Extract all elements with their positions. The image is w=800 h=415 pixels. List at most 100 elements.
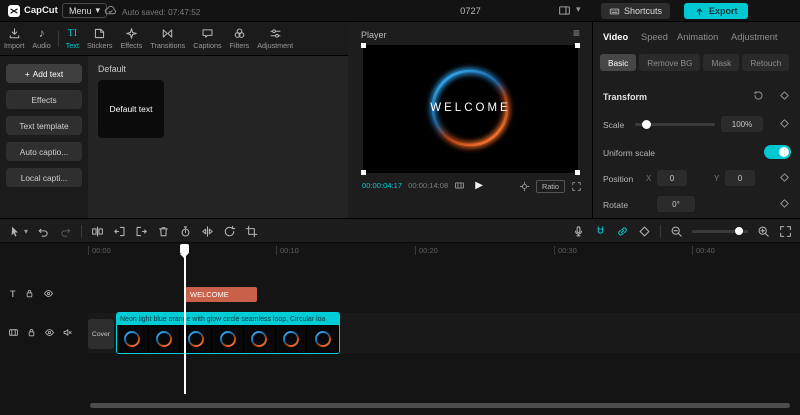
transform-keyframe-icon[interactable] [779, 90, 790, 101]
split-icon[interactable] [91, 225, 104, 238]
auto-snap-magnet-icon[interactable] [594, 225, 607, 238]
lock-icon[interactable] [24, 288, 35, 299]
sidebar-item-text-template[interactable]: Text template [6, 116, 82, 135]
transform-reset-icon[interactable] [753, 90, 764, 101]
subtab-basic[interactable]: Basic [600, 54, 637, 71]
sidebar-item-auto-captions[interactable]: Auto captio... [6, 142, 82, 161]
mirror-icon[interactable] [201, 225, 214, 238]
sidebar-item-add-text[interactable]: + Add text [6, 64, 82, 83]
uniform-scale-toggle[interactable] [764, 145, 791, 159]
capcut-app-window: CapCut Menu ▾ Auto saved: 07:47:52 0727 ▾… [0, 0, 800, 415]
tab-adjustment[interactable]: Adjustment [253, 22, 297, 55]
select-tool-icon[interactable] [8, 225, 21, 238]
tab-animation[interactable]: Animation [677, 32, 718, 42]
ruler-mark: 00:30 [554, 246, 577, 255]
layout-caret-icon[interactable]: ▾ [576, 4, 581, 15]
tab-video[interactable]: Video [603, 32, 628, 42]
tab-stickers[interactable]: Stickers [83, 22, 117, 55]
rotate-field[interactable]: 0° [657, 196, 695, 212]
preview-viewport[interactable]: WELCOME [361, 43, 580, 175]
uniform-scale-toggle-knob [779, 147, 789, 157]
cloud-saved-icon[interactable] [104, 4, 117, 17]
autosave-status: Auto saved: 07:47:52 [122, 7, 201, 17]
subtab-remove-bg[interactable]: Remove BG [639, 54, 701, 71]
playhead-line[interactable] [184, 244, 186, 394]
record-voiceover-icon[interactable] [572, 225, 585, 238]
position-x-value: 0 [669, 173, 675, 183]
undo-icon[interactable] [37, 225, 50, 238]
position-keyframe-icon[interactable] [779, 172, 790, 183]
video-clip[interactable]: Neon light blue orange with glow circle … [116, 312, 340, 354]
fit-timeline-icon[interactable] [779, 225, 792, 238]
playhead-handle[interactable] [180, 244, 189, 254]
timeline-scrollbar[interactable] [90, 403, 790, 408]
frames-view-icon[interactable] [454, 180, 465, 191]
mute-icon[interactable] [62, 327, 73, 338]
toolbar-divider-right [660, 224, 661, 238]
scale-value-field[interactable]: 100% [721, 116, 763, 132]
tab-speed[interactable]: Speed [641, 32, 668, 42]
default-text-tile[interactable]: Default text [98, 80, 164, 138]
rotate-keyframe-icon[interactable] [779, 198, 790, 209]
crop-icon[interactable] [245, 225, 258, 238]
timeline-zoom-slider[interactable] [692, 223, 748, 239]
player-menu-icon[interactable]: ≡ [573, 26, 580, 40]
video-clip-title-bar: Neon light blue orange with glow circle … [117, 313, 339, 325]
scale-keyframe-icon[interactable] [779, 118, 790, 129]
eye-icon[interactable] [43, 288, 54, 299]
zoom-out-icon[interactable] [670, 225, 683, 238]
inspector-subtabs: Basic Remove BG Mask Retouch [600, 54, 790, 71]
video-clip-thumbnails [117, 325, 339, 353]
ratio-button[interactable]: Ratio [535, 180, 565, 193]
tab-text[interactable]: TI Text [62, 22, 83, 55]
tab-effects[interactable]: Effects [117, 22, 147, 55]
sidebar-item-local-captions[interactable]: Local capti... [6, 168, 82, 187]
focus-icon[interactable] [519, 181, 530, 192]
delete-left-icon[interactable] [113, 225, 126, 238]
selection-handle-top-left[interactable] [361, 43, 366, 48]
shortcuts-button[interactable]: Shortcuts [601, 3, 671, 19]
audio-icon: ♪ [38, 26, 45, 40]
sidebar-item-effects[interactable]: Effects [6, 90, 82, 109]
text-clip[interactable]: WELCOME [185, 287, 257, 302]
delete-right-icon[interactable] [135, 225, 148, 238]
tab-adjustment-inspector[interactable]: Adjustment [731, 32, 778, 42]
layout-icon[interactable] [558, 4, 571, 17]
subtab-retouch[interactable]: Retouch [742, 54, 790, 71]
keyframe-add-icon[interactable] [638, 225, 651, 238]
uniform-scale-label: Uniform scale [603, 148, 655, 158]
timeline-toolbar: ▾ [0, 219, 800, 243]
selection-handle-bottom-right[interactable] [575, 170, 580, 175]
subtab-mask[interactable]: Mask [703, 54, 740, 71]
selection-handle-top-right[interactable] [575, 43, 580, 48]
film-track-icon [8, 327, 19, 338]
tab-audio[interactable]: ♪ Audio [28, 22, 54, 55]
link-clips-icon[interactable] [616, 225, 629, 238]
scale-slider-knob[interactable] [642, 119, 651, 129]
rotate-value: 0° [672, 199, 680, 209]
tab-captions[interactable]: Captions [189, 22, 225, 55]
select-tool-caret-icon[interactable]: ▾ [24, 227, 28, 236]
eye-icon[interactable] [44, 327, 55, 338]
freeze-frame-icon[interactable] [179, 225, 192, 238]
position-x-field[interactable]: 0 [657, 170, 687, 186]
redo-icon[interactable] [59, 225, 72, 238]
tab-filters-label: Filters [229, 41, 250, 50]
zoom-slider-knob[interactable] [735, 227, 743, 235]
cover-button[interactable]: Cover [88, 319, 114, 349]
selection-handle-bottom-left[interactable] [361, 170, 366, 175]
lock-icon[interactable] [26, 327, 37, 338]
rotate-icon[interactable] [223, 225, 236, 238]
tab-transitions[interactable]: Transitions [146, 22, 189, 55]
tab-filters[interactable]: Filters [226, 22, 254, 55]
delete-icon[interactable] [157, 225, 170, 238]
scale-slider[interactable] [635, 116, 715, 132]
toolbar-divider [81, 224, 83, 238]
menu-button[interactable]: Menu ▾ [62, 3, 108, 18]
position-y-field[interactable]: 0 [725, 170, 755, 186]
play-button[interactable]: ▶ [475, 180, 483, 191]
fullscreen-icon[interactable] [571, 181, 582, 192]
zoom-in-icon[interactable] [757, 225, 770, 238]
tab-import[interactable]: Import [0, 22, 28, 55]
export-button[interactable]: Export [684, 3, 748, 19]
